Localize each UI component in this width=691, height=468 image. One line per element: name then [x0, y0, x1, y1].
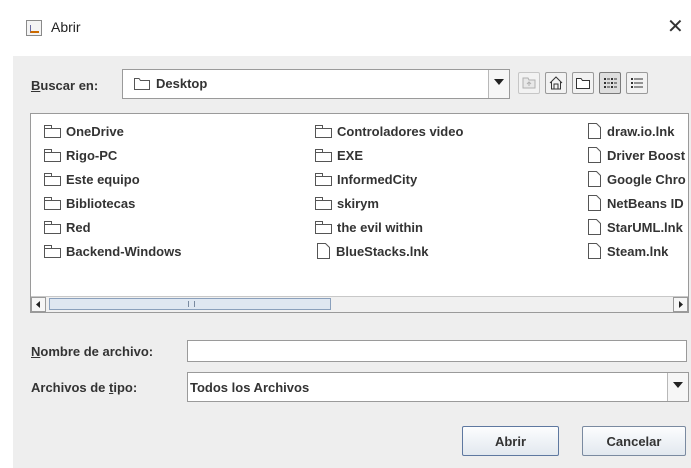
list-item[interactable]: NetBeans ID — [588, 193, 684, 213]
home-button[interactable] — [545, 72, 567, 94]
file-name: Google Chro — [607, 171, 686, 187]
new-folder-button[interactable] — [572, 72, 594, 94]
list-item[interactable]: OneDrive — [44, 121, 124, 141]
list-view-button[interactable] — [599, 72, 621, 94]
list-item[interactable]: the evil within — [315, 217, 423, 237]
file-icon — [588, 195, 601, 211]
folder-icon — [44, 125, 61, 138]
details-view-button[interactable] — [626, 72, 648, 94]
file-name: Controladores video — [337, 123, 464, 139]
file-name: the evil within — [337, 219, 423, 235]
folder-icon — [44, 221, 61, 234]
file-name: Este equipo — [66, 171, 140, 187]
filetype-value: Todos los Archivos — [190, 380, 310, 395]
file-icon — [588, 219, 601, 235]
window-title: Abrir — [51, 19, 81, 35]
open-button[interactable]: Abrir — [462, 426, 559, 456]
file-chooser-dialog: Buscar en: Desktop OneDrive Rigo-PC Este… — [13, 56, 691, 468]
filename-input[interactable] — [187, 340, 687, 362]
list-item[interactable]: Driver Boost — [588, 145, 685, 165]
list-item[interactable]: BlueStacks.lnk — [317, 241, 429, 261]
chevron-down-icon[interactable] — [667, 373, 688, 401]
filetype-combobox[interactable]: Todos los Archivos — [187, 372, 689, 402]
file-name: EXE — [337, 147, 364, 163]
grip-icon — [188, 301, 195, 307]
folder-icon — [134, 78, 150, 90]
list-item[interactable]: InformedCity — [315, 169, 417, 189]
close-icon[interactable]: ✕ — [667, 14, 684, 39]
lookin-mnemonic: B — [31, 78, 41, 93]
file-icon — [317, 243, 330, 259]
filetype-label: Archivos de tipo: — [31, 380, 137, 395]
filetype-label-pre: Archivos de — [31, 380, 110, 395]
file-icon — [588, 147, 601, 163]
file-name: StarUML.lnk — [607, 219, 683, 235]
folder-icon — [315, 173, 332, 186]
file-name: Red — [66, 219, 91, 235]
lookin-combobox[interactable]: Desktop — [122, 69, 510, 99]
home-icon — [549, 76, 563, 90]
filename-label: Nombre de archivo: — [31, 344, 153, 359]
list-item[interactable]: Google Chro — [588, 169, 686, 189]
list-item[interactable]: EXE — [315, 145, 363, 165]
horizontal-scrollbar[interactable] — [31, 296, 688, 312]
list-item[interactable]: Rigo-PC — [44, 145, 117, 165]
file-name: OneDrive — [66, 123, 124, 139]
file-name: NetBeans ID — [607, 195, 684, 211]
list-item[interactable]: Este equipo — [44, 169, 140, 189]
file-name: Backend-Windows — [66, 243, 182, 259]
file-name: Bibliotecas — [66, 195, 136, 211]
lookin-label-rest: uscar en: — [40, 78, 99, 93]
cancel-button[interactable]: Cancelar — [582, 426, 686, 456]
scroll-thumb[interactable] — [49, 298, 331, 310]
list-item[interactable]: skirym — [315, 193, 379, 213]
list-item[interactable]: Bibliotecas — [44, 193, 135, 213]
java-app-icon — [26, 20, 42, 36]
arrow-left-icon — [36, 301, 40, 308]
list-item[interactable]: Red — [44, 217, 91, 237]
new-folder-icon — [576, 78, 590, 89]
list-item[interactable]: draw.io.lnk — [588, 121, 674, 141]
list-item[interactable]: Backend-Windows — [44, 241, 181, 261]
scroll-right-button[interactable] — [673, 297, 688, 312]
up-folder-button[interactable] — [518, 72, 540, 94]
list-item[interactable]: StarUML.lnk — [588, 217, 683, 237]
folder-icon — [315, 197, 332, 210]
lookin-label: Buscar en: — [31, 78, 98, 93]
file-icon — [588, 123, 601, 139]
file-name: BlueStacks.lnk — [336, 243, 429, 259]
arrow-right-icon — [679, 301, 683, 308]
lookin-value: Desktop — [156, 76, 208, 91]
file-icon — [588, 171, 601, 187]
folder-icon — [44, 173, 61, 186]
details-view-icon — [631, 78, 643, 88]
folder-icon — [44, 245, 61, 258]
folder-icon — [315, 149, 332, 162]
folder-icon — [44, 149, 61, 162]
scroll-left-button[interactable] — [31, 297, 46, 312]
file-icon — [588, 243, 601, 259]
title-bar: Abrir ✕ — [0, 0, 691, 56]
filetype-label-rest: ipo: — [113, 380, 138, 395]
window-frame-left — [0, 56, 13, 468]
list-item[interactable]: Steam.lnk — [588, 241, 668, 261]
file-list[interactable]: OneDrive Rigo-PC Este equipo Bibliotecas… — [30, 113, 689, 313]
file-name: Rigo-PC — [66, 147, 118, 163]
chevron-down-icon[interactable] — [488, 70, 509, 98]
file-name: Steam.lnk — [607, 243, 669, 259]
up-folder-icon — [522, 77, 536, 89]
list-item[interactable]: Controladores video — [315, 121, 463, 141]
folder-icon — [315, 125, 332, 138]
filename-mnemonic: N — [31, 344, 41, 359]
file-name: skirym — [337, 195, 379, 211]
file-name: InformedCity — [337, 171, 418, 187]
folder-icon — [44, 197, 61, 210]
list-view-icon — [604, 78, 617, 88]
filename-label-rest: ombre de archivo: — [40, 344, 154, 359]
file-name: Driver Boost — [607, 147, 686, 163]
file-name: draw.io.lnk — [607, 123, 675, 139]
folder-icon — [315, 221, 332, 234]
